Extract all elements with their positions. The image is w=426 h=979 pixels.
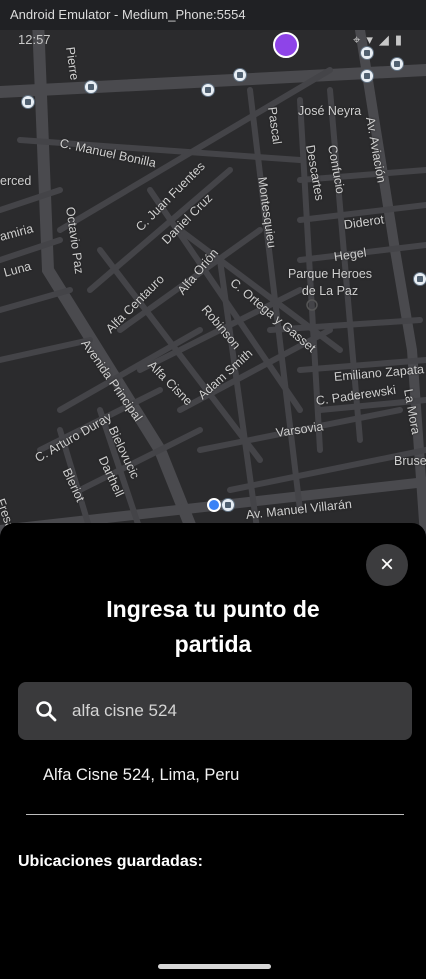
street-label: erced: [0, 174, 32, 188]
park-label: Parque Heroes de La Paz: [287, 267, 373, 298]
sheet-title-text: Ingresa tu punto de partida: [106, 596, 320, 657]
location-icon: ⌖: [352, 32, 367, 47]
street-label: Bruse: [394, 454, 426, 468]
bus-stop-icon[interactable]: [360, 69, 374, 83]
search-input[interactable]: alfa cisne 524: [72, 701, 177, 721]
street-label: José Neyra: [298, 104, 362, 118]
sheet-title: Ingresa tu punto de partida: [0, 592, 426, 662]
signal-icon: ◢: [378, 32, 395, 47]
status-time: 12:57: [18, 32, 51, 47]
search-result-item[interactable]: Alfa Cisne 524, Lima, Peru: [43, 766, 239, 785]
home-indicator[interactable]: [158, 964, 271, 969]
bus-stop-icon[interactable]: [21, 95, 35, 109]
bus-stop-icon[interactable]: [201, 83, 215, 97]
window-title: Android Emulator - Medium_Phone:5554: [0, 0, 426, 30]
bus-stop-icon[interactable]: [413, 272, 426, 286]
search-icon: [36, 701, 57, 722]
battery-icon: ▮: [394, 32, 408, 47]
divider: [26, 814, 404, 815]
close-button[interactable]: ×: [366, 544, 408, 586]
bus-stop-icon[interactable]: [390, 57, 404, 71]
status-bar: 12:57 ⌖▾◢▮: [0, 30, 426, 52]
search-field[interactable]: alfa cisne 524: [18, 682, 412, 740]
current-location-icon: [207, 498, 221, 512]
bus-stop-icon[interactable]: [84, 80, 98, 94]
bus-stop-icon[interactable]: [233, 68, 247, 82]
saved-locations-heading: Ubicaciones guardadas:: [18, 853, 203, 870]
map-view[interactable]: C. Manuel Bonilla C. Juan Fuentes Daniel…: [0, 30, 426, 540]
status-icons: ⌖▾◢▮: [353, 32, 408, 48]
wifi-icon: ▾: [366, 32, 379, 47]
bus-stop-icon[interactable]: [221, 498, 235, 512]
